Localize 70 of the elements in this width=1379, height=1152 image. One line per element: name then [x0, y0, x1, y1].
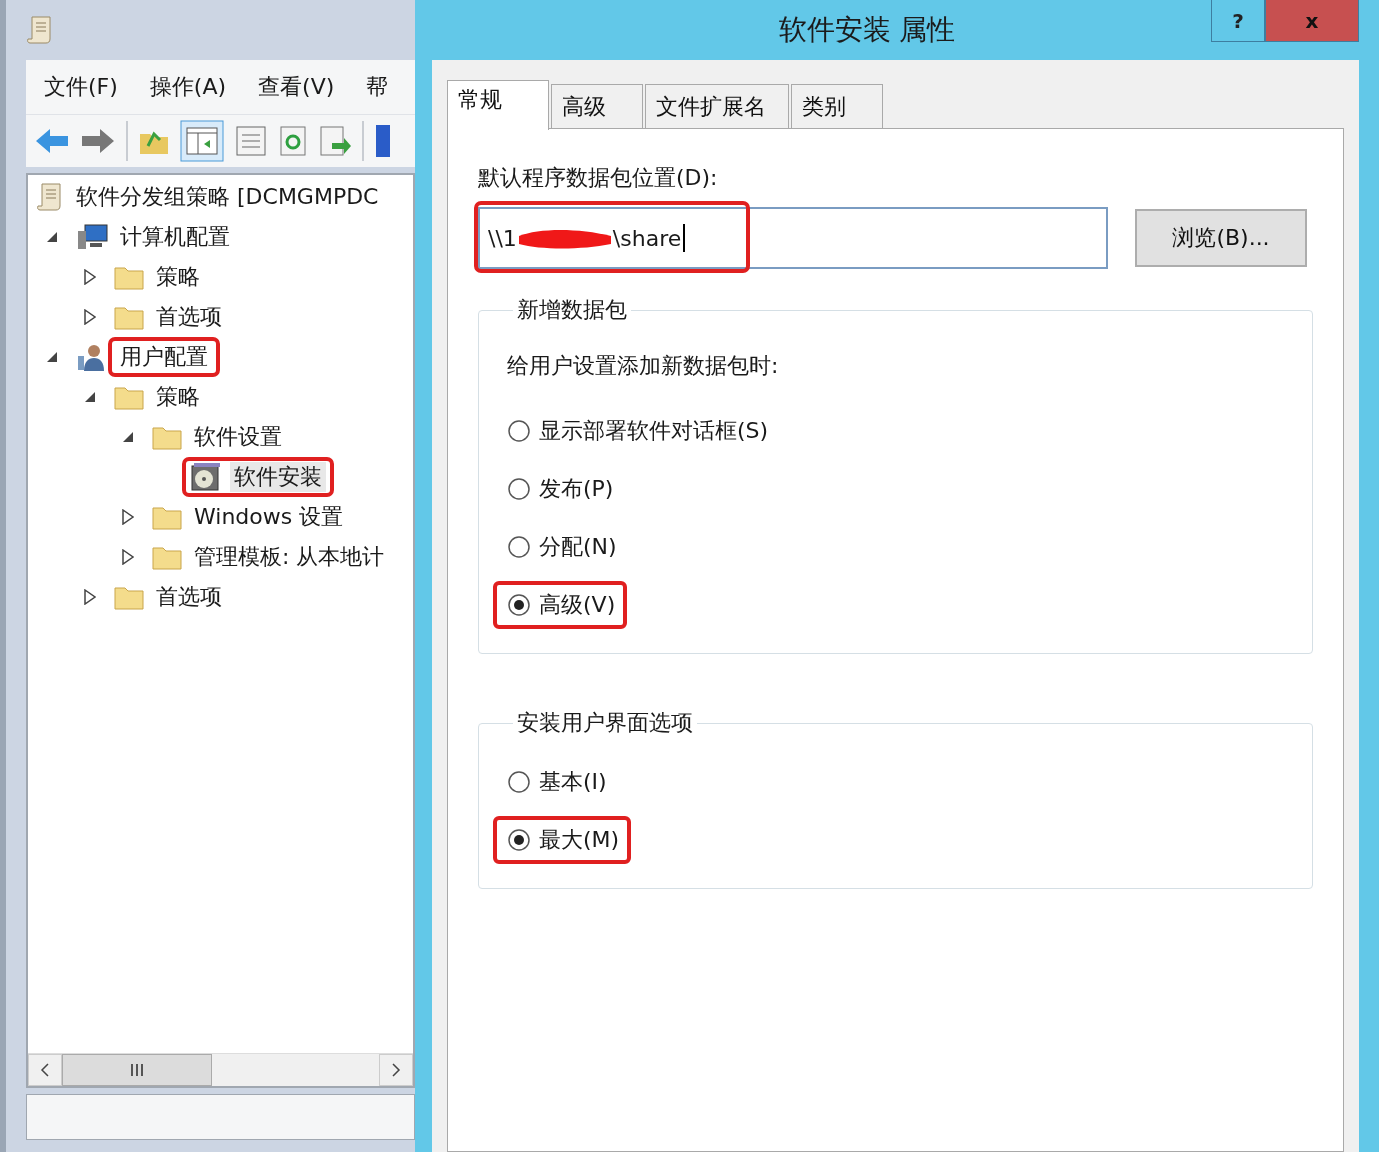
folder-icon — [152, 504, 182, 530]
expanded-icon[interactable] — [122, 431, 134, 443]
collapsed-icon[interactable] — [122, 549, 134, 565]
radio-button[interactable] — [507, 419, 531, 443]
scroll-thumb[interactable] — [62, 1054, 212, 1086]
expanded-icon[interactable] — [84, 391, 96, 403]
folder-icon — [114, 384, 144, 410]
tree-item[interactable]: 软件设置 — [190, 422, 286, 452]
field-value: \\1 \share — [488, 224, 686, 252]
tree-item[interactable]: 软件分发组策略 [DCMGMPDC — [72, 182, 383, 212]
scroll-left-button[interactable] — [28, 1054, 62, 1086]
collapsed-icon[interactable] — [84, 269, 96, 285]
left-chevron-icon — [40, 1063, 50, 1077]
close-button[interactable]: x — [1265, 0, 1359, 42]
tree-pane-icon[interactable] — [180, 120, 224, 162]
radio-button[interactable] — [507, 593, 531, 617]
forward-arrow-icon[interactable] — [80, 126, 116, 156]
export-icon[interactable] — [318, 125, 352, 157]
group-prompt: 给用户设置添加新数据包时: — [507, 352, 780, 380]
back-arrow-icon[interactable] — [34, 126, 70, 156]
window-title: 软件安装 属性 — [778, 12, 956, 48]
tree-item[interactable]: 首选项 — [152, 582, 226, 612]
folder-icon — [152, 544, 182, 570]
tree-item[interactable]: 首选项 — [152, 302, 226, 332]
folder-icon — [152, 424, 182, 450]
expanded-icon[interactable] — [46, 231, 58, 243]
radio-label[interactable]: 发布(P) — [539, 474, 614, 504]
expanded-icon[interactable] — [46, 351, 58, 363]
folder-icon — [114, 584, 144, 610]
computer-icon — [76, 223, 108, 251]
radio-label[interactable]: 显示部署软件对话框(S) — [539, 416, 769, 446]
radio-button[interactable] — [507, 535, 531, 559]
tree-item[interactable]: Windows 设置 — [190, 502, 348, 532]
tree-item[interactable]: 策略 — [152, 262, 204, 292]
radio-button[interactable] — [507, 477, 531, 501]
menu-item[interactable]: 操作(A) — [149, 72, 227, 102]
radio-button[interactable] — [507, 770, 531, 794]
tab[interactable]: 文件扩展名 — [645, 84, 789, 128]
scroll-right-button[interactable] — [379, 1054, 413, 1086]
tree-item[interactable]: 策略 — [152, 382, 204, 412]
menu-item[interactable]: 查看(V) — [258, 72, 335, 102]
group-title: 安装用户界面选项 — [516, 709, 694, 737]
collapsed-icon[interactable] — [84, 589, 96, 605]
tab[interactable]: 类别 — [791, 84, 883, 128]
help-button[interactable]: ? — [1211, 0, 1265, 42]
field-label: 默认程序数据包位置(D): — [478, 164, 719, 192]
tree-item[interactable]: 软件安装 — [230, 462, 326, 492]
radio-label[interactable]: 高级(V) — [539, 590, 616, 620]
collapsed-icon[interactable] — [84, 309, 96, 325]
group-title: 新增数据包 — [516, 296, 628, 324]
tab[interactable]: 常规 — [447, 80, 549, 130]
menu-item[interactable]: 帮 — [366, 72, 389, 102]
radio-label[interactable]: 最大(M) — [539, 825, 620, 855]
user-icon — [76, 342, 106, 372]
right-chevron-icon — [391, 1063, 401, 1077]
radio-label[interactable]: 分配(N) — [539, 532, 617, 562]
radio-label[interactable]: 基本(I) — [539, 767, 607, 797]
folder-icon — [114, 264, 144, 290]
scroll-icon — [36, 182, 64, 212]
collapsed-icon[interactable] — [122, 509, 134, 525]
tree-item[interactable]: 计算机配置 — [116, 222, 234, 252]
tab[interactable]: 高级 — [551, 84, 643, 128]
tree-item[interactable]: 用户配置 — [116, 342, 212, 372]
scroll-icon — [26, 15, 54, 45]
menu-item[interactable]: 文件(F) — [44, 72, 118, 102]
refresh-icon[interactable] — [278, 125, 308, 157]
radio-button[interactable] — [507, 828, 531, 852]
folder-icon — [114, 304, 144, 330]
tree-item[interactable]: 管理模板: 从本地计 — [190, 542, 389, 572]
browse-button[interactable]: 浏览(B)... — [1135, 209, 1307, 267]
